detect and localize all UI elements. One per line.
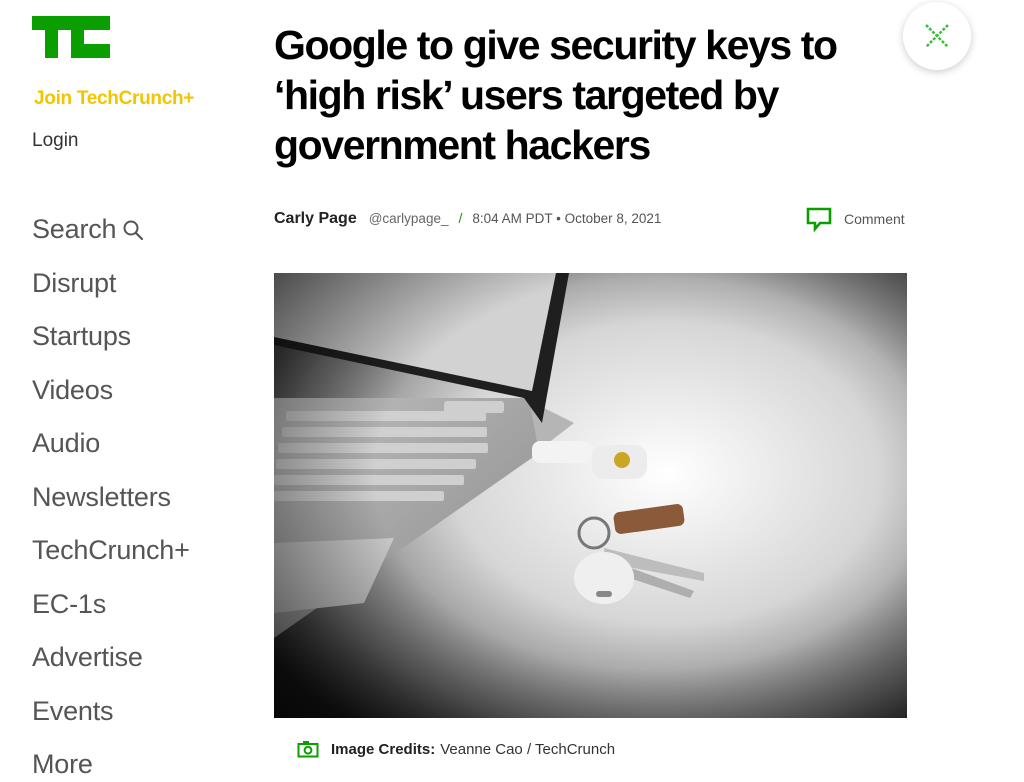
comment-icon (806, 207, 832, 232)
sidebar-item-label: EC-1s (32, 588, 107, 619)
close-icon (925, 24, 949, 48)
image-credits-label: Image Credits: (331, 740, 436, 758)
techcrunch-logo[interactable] (32, 16, 110, 58)
sidebar-item-label: Startups (32, 321, 131, 352)
sidebar-item-advertise[interactable]: Advertise (32, 631, 190, 685)
sidebar-item-label: Search (32, 214, 117, 245)
sidebar-item-newsletters[interactable]: Newsletters (32, 471, 190, 525)
sidebar-item-more[interactable]: More (32, 738, 190, 782)
image-credits: Image Credits: Veanne Cao / TechCrunch (297, 740, 615, 758)
author-handle[interactable]: @carlypage_ (369, 211, 449, 226)
sidebar-item-startups[interactable]: Startups (32, 310, 190, 364)
sidebar-item-label: Advertise (32, 642, 143, 673)
search-icon (123, 220, 144, 240)
sidebar-item-label: Events (32, 695, 114, 726)
login-link[interactable]: Login (32, 130, 79, 152)
close-button[interactable] (903, 2, 971, 70)
article-byline: Carly Page @carlypage_ / 8:04 AM PDT • O… (274, 210, 661, 228)
sidebar-nav: Search Disrupt Startups Videos Audio New… (32, 203, 190, 782)
sidebar-item-label: Audio (32, 428, 101, 459)
sidebar-item-techcrunch-plus[interactable]: TechCrunch+ (32, 524, 190, 578)
article-title: Google to give security keys to ‘high ri… (274, 22, 838, 168)
author-name[interactable]: Carly Page (274, 210, 357, 228)
sidebar-item-label: More (32, 749, 93, 780)
sidebar-item-events[interactable]: Events (32, 685, 190, 739)
sidebar-item-label: TechCrunch+ (32, 535, 190, 566)
comment-button[interactable]: Comment (806, 206, 905, 232)
sidebar-item-label: Newsletters (32, 481, 171, 512)
comment-label: Comment (844, 211, 905, 227)
sidebar-item-disrupt[interactable]: Disrupt (32, 257, 190, 311)
article-hero-image[interactable] (274, 273, 907, 718)
sidebar-item-search[interactable]: Search (32, 203, 190, 257)
join-techcrunch-plus-link[interactable]: Join TechCrunch+ (34, 88, 194, 110)
sidebar-item-ec-1s[interactable]: EC-1s (32, 578, 190, 632)
sidebar-item-videos[interactable]: Videos (32, 364, 190, 418)
byline-separator: / (458, 210, 463, 226)
sidebar-item-label: Disrupt (32, 267, 117, 298)
publish-timestamp: 8:04 AM PDT • October 8, 2021 (472, 211, 662, 226)
sidebar-item-label: Videos (32, 374, 113, 405)
camera-icon (297, 741, 319, 758)
image-credits-value: Veanne Cao / TechCrunch (440, 740, 616, 758)
sidebar-item-audio[interactable]: Audio (32, 417, 190, 471)
